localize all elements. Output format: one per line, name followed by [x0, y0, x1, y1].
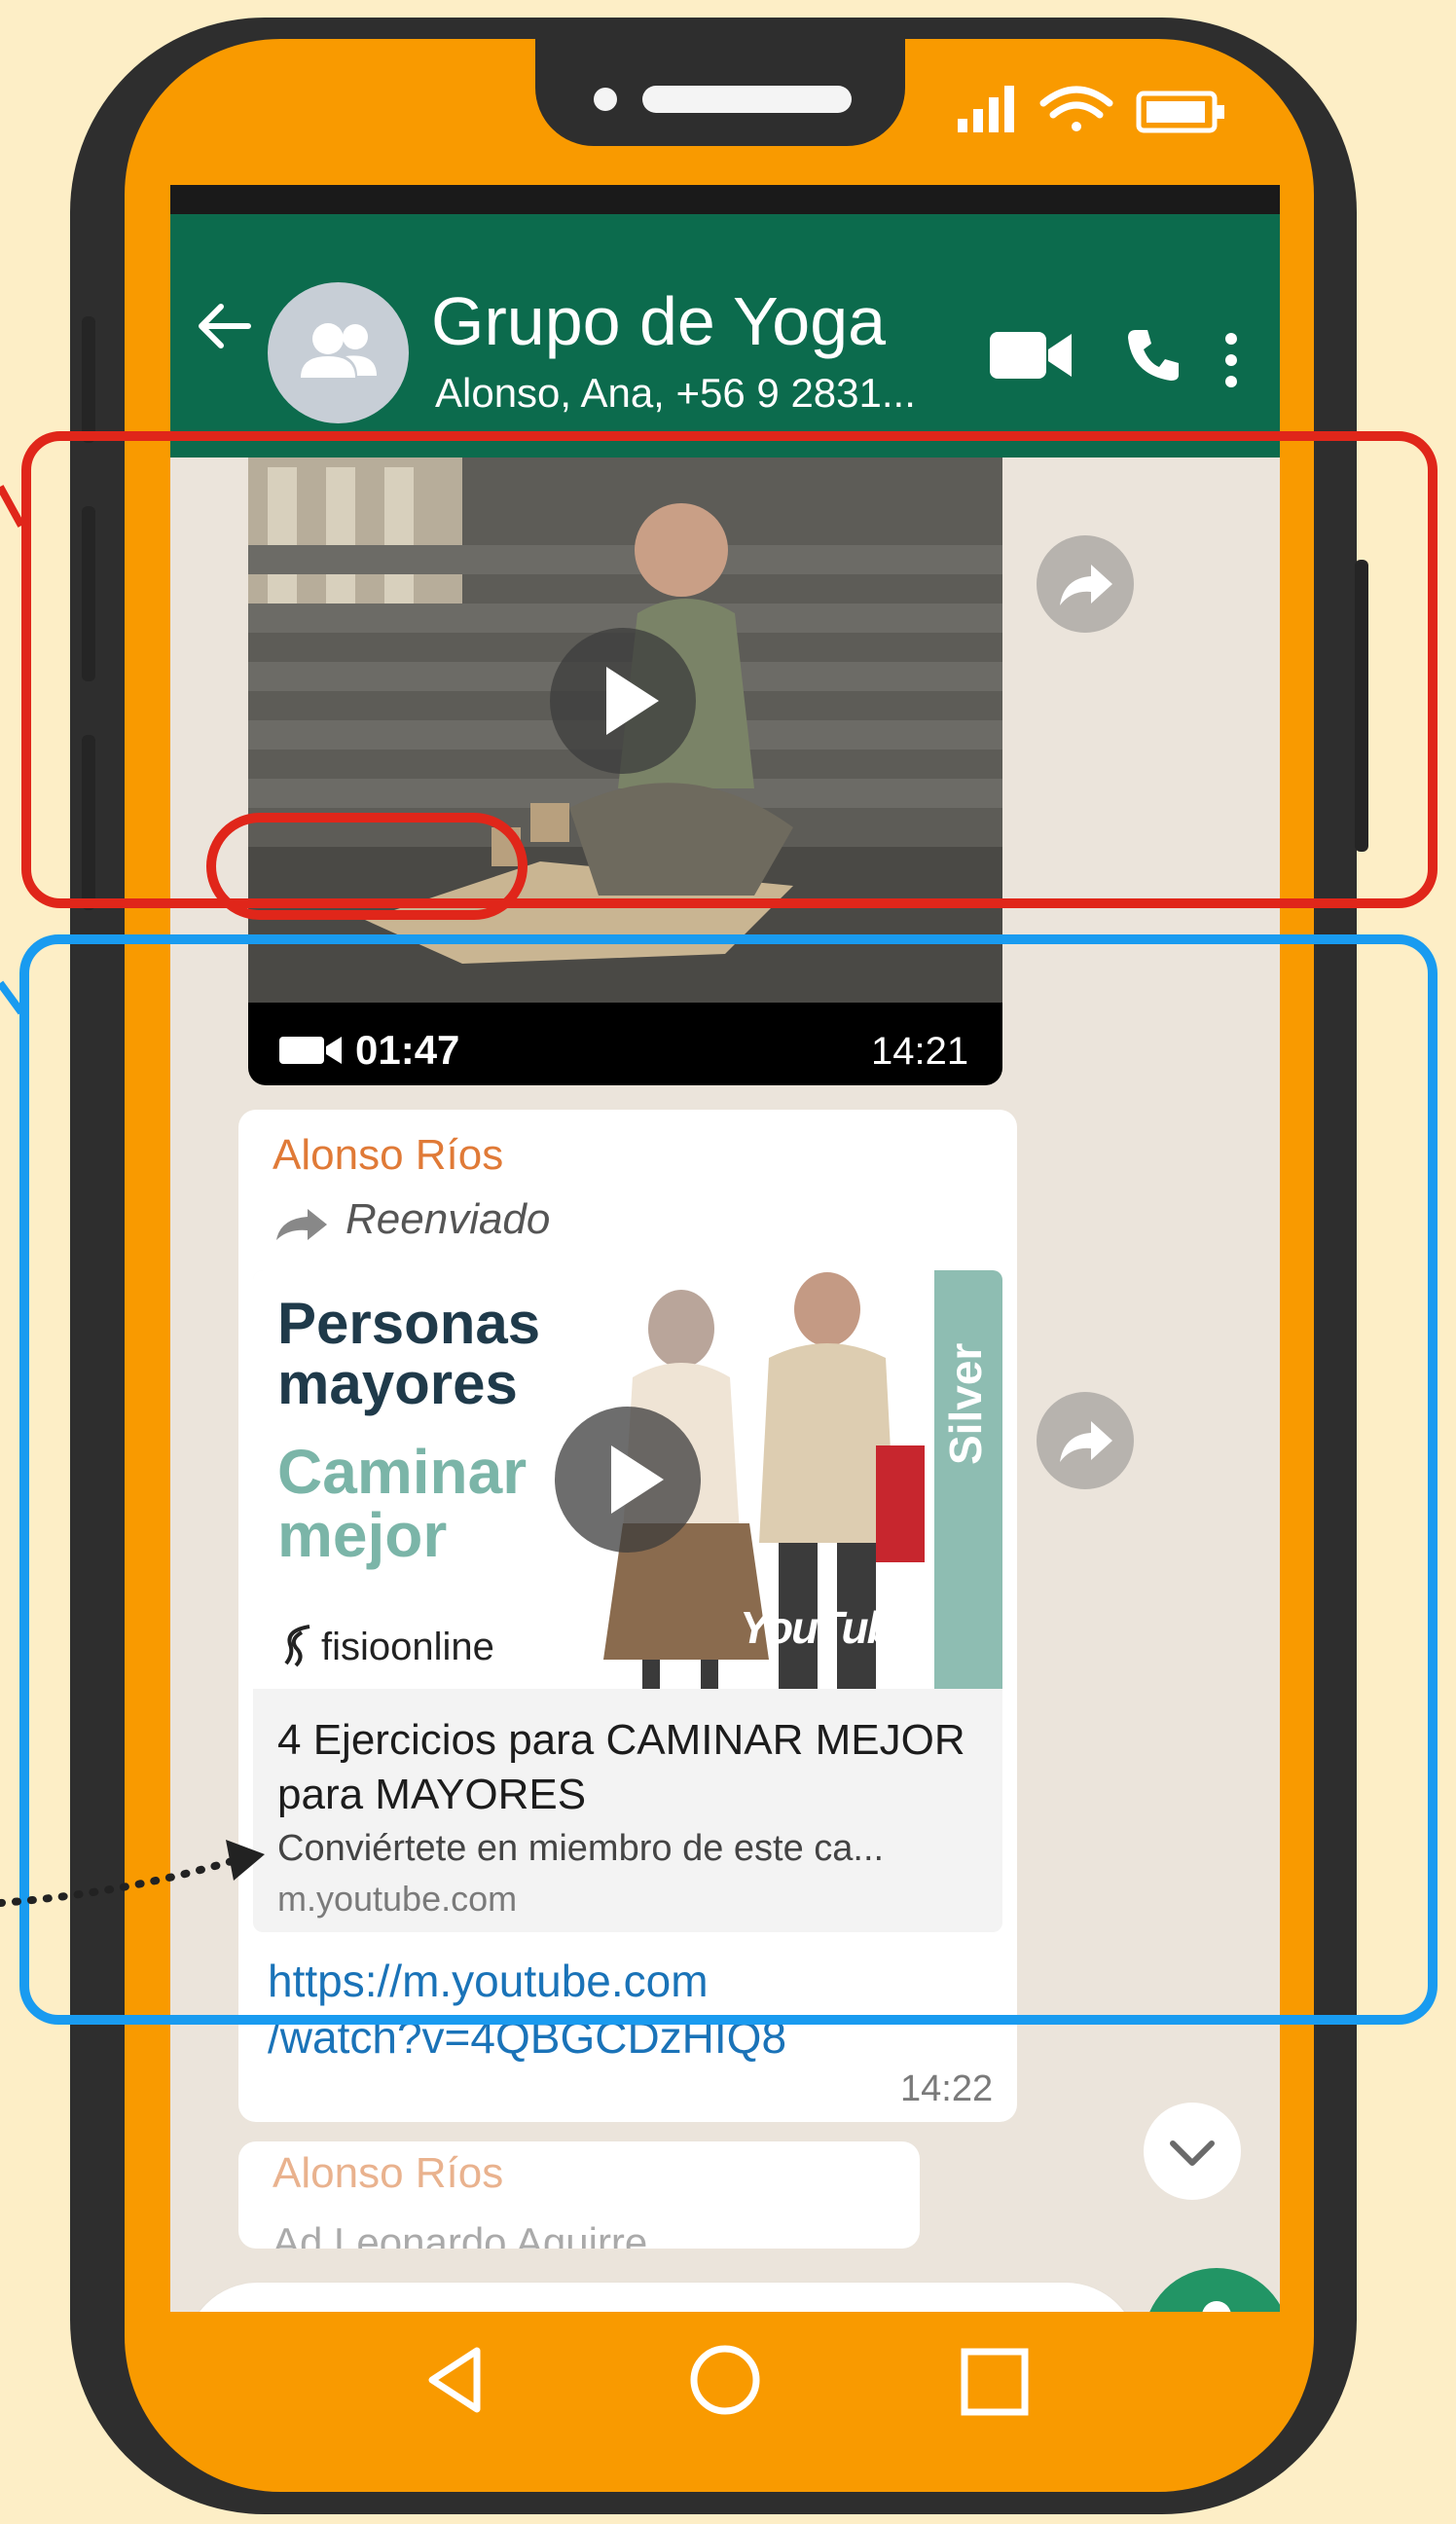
more-options-icon[interactable]	[1221, 331, 1241, 389]
wifi-icon	[1039, 86, 1113, 131]
annotation-lines	[0, 485, 265, 1907]
message-composer	[185, 2283, 1139, 2312]
video-call-icon[interactable]	[988, 326, 1075, 384]
nav-back-icon[interactable]	[419, 2341, 496, 2419]
nav-home-icon[interactable]	[686, 2341, 764, 2419]
battery-icon	[1136, 91, 1224, 133]
chat-title[interactable]: Grupo de Yoga	[431, 282, 886, 360]
message-time: 14:22	[900, 2068, 994, 2109]
message-text: Ad Leonardo Aguirre	[273, 2219, 648, 2249]
group-icon	[301, 323, 377, 378]
microphone-icon	[1202, 2301, 1231, 2312]
status-icons	[958, 86, 1224, 133]
chevron-down-icon	[1170, 2140, 1215, 2166]
front-camera	[594, 88, 617, 111]
status-strip	[170, 185, 1280, 214]
phone-call-icon[interactable]	[1124, 326, 1183, 384]
chat-members[interactable]: Alonso, Ana, +56 9 2831...	[435, 370, 916, 417]
group-avatar[interactable]	[268, 282, 409, 423]
sender-name[interactable]: Alonso Ríos	[273, 2149, 503, 2198]
speaker-grille	[642, 86, 852, 113]
signal-icon	[958, 86, 1014, 132]
partial-message[interactable]: Alonso Ríos Ad Leonardo Aguirre	[238, 2141, 920, 2249]
nav-recent-icon[interactable]	[959, 2346, 1031, 2418]
scroll-down-button[interactable]	[1144, 2103, 1241, 2200]
